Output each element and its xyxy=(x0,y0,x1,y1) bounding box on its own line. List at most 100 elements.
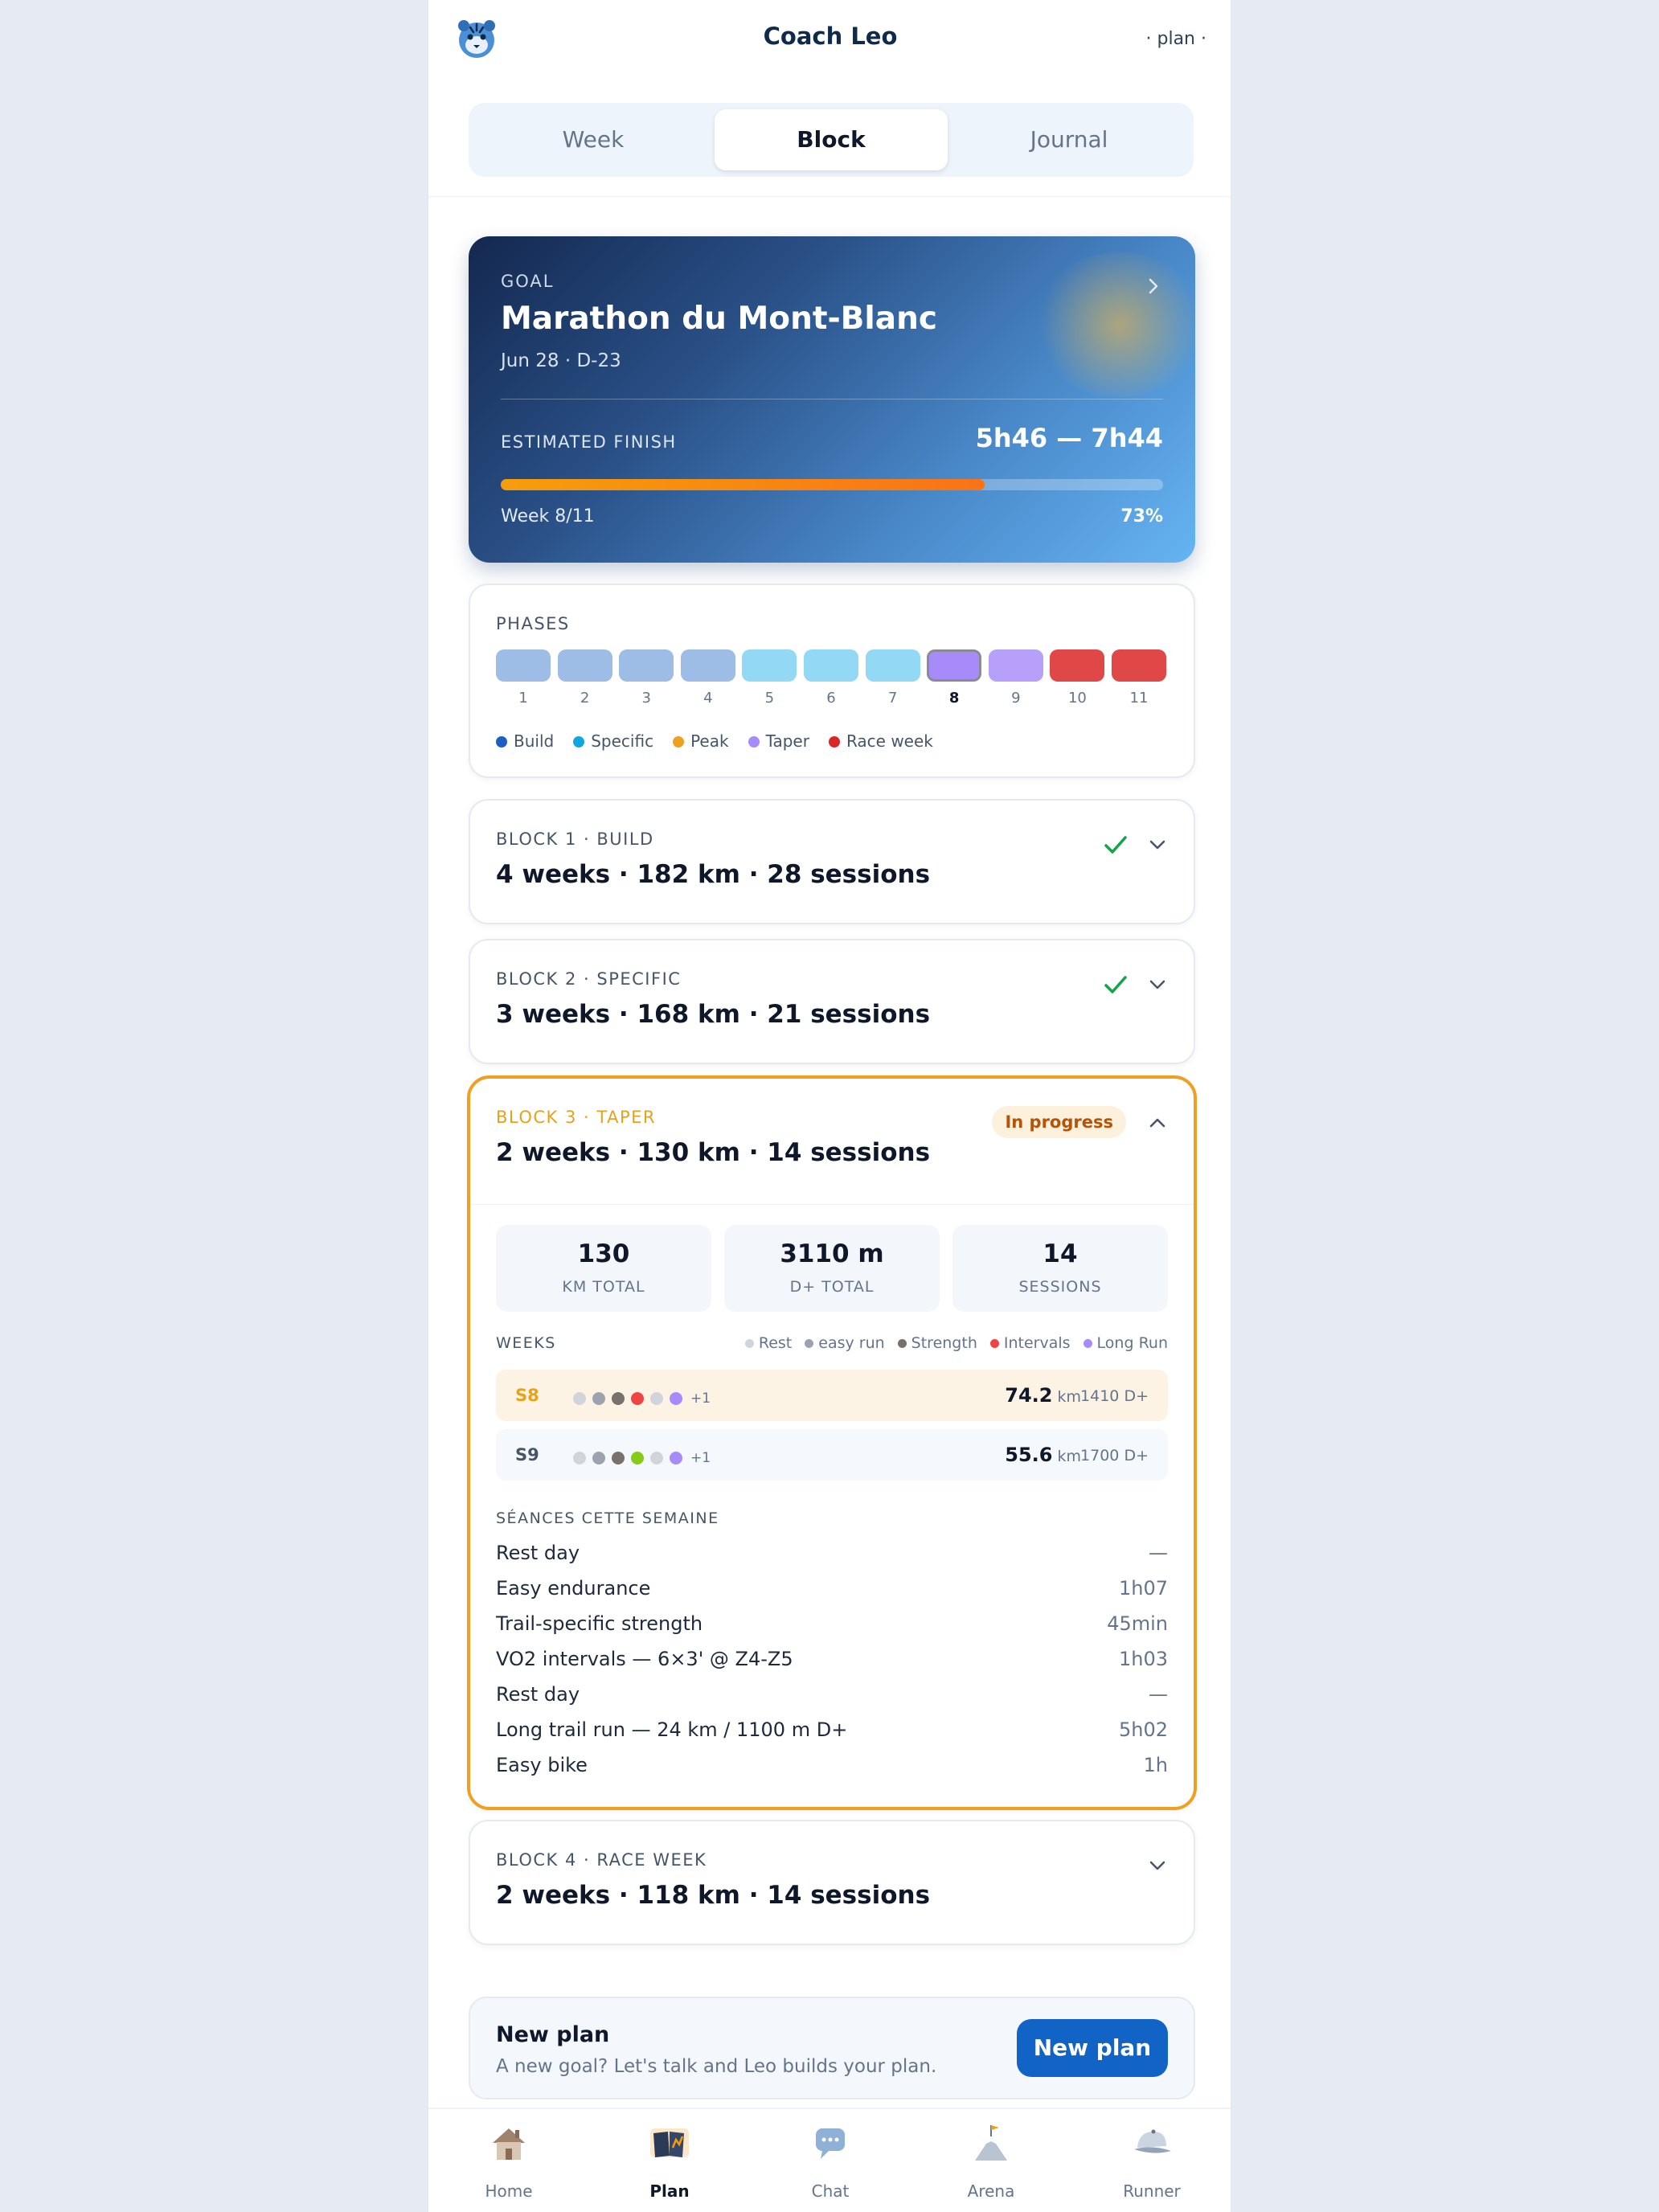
session-row[interactable]: Easy endurance 1h07 xyxy=(496,1577,1168,1609)
phases-label: PHASES xyxy=(496,614,570,633)
legend-label: Long Run xyxy=(1096,1334,1168,1352)
week-km: 74.2 km xyxy=(1005,1384,1081,1407)
week-km-unit: km xyxy=(1057,1388,1081,1406)
house-icon xyxy=(493,2128,525,2160)
session-row[interactable]: Rest day — xyxy=(496,1683,1168,1715)
plan-menu[interactable]: · plan · xyxy=(1146,29,1206,49)
bottom-tab-bar: Home Plan Chat Arena Runner xyxy=(428,2108,1231,2212)
week-row-s9[interactable]: S9 +1 55.6 km 1700 D+ xyxy=(496,1429,1168,1481)
week-progress-label: Week 8/11 xyxy=(501,506,595,526)
session-dot xyxy=(612,1452,625,1464)
legend-label: Race week xyxy=(846,731,933,751)
chat-bubble-icon xyxy=(816,2128,845,2159)
chevron-up-icon[interactable] xyxy=(1147,1112,1168,1133)
phase-week-4[interactable] xyxy=(680,649,735,682)
legend-dot xyxy=(496,736,507,748)
progress-percent: 73% xyxy=(1120,506,1163,526)
tab-week[interactable]: Week xyxy=(477,109,710,170)
session-duration: 1h07 xyxy=(1118,1577,1168,1600)
week-elevation: 1410 D+ xyxy=(1080,1387,1149,1405)
legend-label: easy run xyxy=(818,1334,885,1352)
tabbar-arena[interactable]: Arena xyxy=(911,2120,1071,2210)
session-duration: 1h xyxy=(1143,1754,1168,1776)
block-4-card[interactable]: BLOCK 4 · RACE WEEK 2 weeks · 118 km · 1… xyxy=(469,1820,1195,1945)
tabbar-home[interactable]: Home xyxy=(428,2120,589,2210)
block-2-card[interactable]: BLOCK 2 · SPECIFIC 3 weeks · 168 km · 21… xyxy=(469,939,1195,1064)
new-plan-card: New plan A new goal? Let's talk and Leo … xyxy=(469,1997,1195,2099)
tabbar-runner[interactable]: Runner xyxy=(1071,2120,1231,2210)
tab-journal[interactable]: Journal xyxy=(952,109,1186,170)
week-row-s8[interactable]: S8 +1 74.2 km 1410 D+ xyxy=(496,1370,1168,1421)
session-row[interactable]: Easy bike 1h xyxy=(496,1754,1168,1786)
session-dot xyxy=(631,1392,644,1405)
session-row[interactable]: Rest day — xyxy=(496,1542,1168,1574)
phase-week-number: 6 xyxy=(826,690,836,707)
session-duration: 45min xyxy=(1107,1612,1168,1635)
tabbar-plan[interactable]: Plan xyxy=(589,2120,750,2210)
block-3-divider xyxy=(470,1204,1194,1205)
phase-week-6[interactable] xyxy=(804,649,858,682)
chevron-down-icon[interactable] xyxy=(1147,1855,1168,1876)
block-1-card[interactable]: BLOCK 1 · BUILD 4 weeks · 182 km · 28 se… xyxy=(469,799,1195,924)
more-sessions-count: +1 xyxy=(690,1391,711,1407)
check-icon xyxy=(1104,836,1127,854)
week-elevation: 1700 D+ xyxy=(1080,1447,1149,1464)
legend-dot xyxy=(989,1339,999,1348)
legend-label: Taper xyxy=(765,731,809,751)
mountain-flag-icon xyxy=(975,2125,1007,2161)
legend-label: Rest xyxy=(758,1334,793,1352)
estimate-value: 5h46 — 7h44 xyxy=(975,423,1163,453)
legend-item: Build xyxy=(496,731,554,751)
session-name: Trail-specific strength xyxy=(496,1612,703,1635)
session-name: Long trail run — 24 km / 1100 m D+ xyxy=(496,1718,848,1741)
phase-week-9[interactable] xyxy=(988,649,1043,682)
stat-value: 130 xyxy=(577,1239,630,1268)
phase-week-3[interactable] xyxy=(619,649,674,682)
book-icon xyxy=(650,2128,689,2157)
session-row[interactable]: Trail-specific strength 45min xyxy=(496,1612,1168,1645)
phase-week-7[interactable] xyxy=(865,649,920,682)
tab-block[interactable]: Block xyxy=(715,109,948,170)
chevron-down-icon[interactable] xyxy=(1147,834,1168,855)
week-session-dots: +1 xyxy=(573,1391,711,1407)
legend-dot xyxy=(828,736,840,748)
goal-card[interactable]: GOAL Marathon du Mont-Blanc Jun 28 · D-2… xyxy=(469,236,1195,563)
session-duration: 1h03 xyxy=(1118,1648,1168,1670)
week-id: S8 xyxy=(515,1386,539,1405)
session-row[interactable]: VO2 intervals — 6×3' @ Z4-Z5 1h03 xyxy=(496,1648,1168,1680)
new-plan-title: New plan xyxy=(496,2022,610,2047)
weeks-label: WEEKS xyxy=(496,1334,556,1352)
phase-week-number: 5 xyxy=(764,690,775,707)
session-dot xyxy=(612,1392,625,1405)
session-dot xyxy=(650,1392,663,1405)
view-segmented-control: Week Block Journal xyxy=(469,103,1194,177)
sessions-this-week-label: SÉANCES CETTE SEMAINE xyxy=(496,1509,719,1527)
chevron-right-icon[interactable] xyxy=(1144,276,1163,296)
phase-week-11[interactable] xyxy=(1112,649,1166,682)
phase-week-number: 10 xyxy=(1067,690,1087,707)
week-km: 55.6 km xyxy=(1005,1444,1081,1466)
legend-item: Rest xyxy=(744,1334,793,1352)
new-plan-button[interactable]: New plan xyxy=(1017,2019,1168,2077)
phase-week-2[interactable] xyxy=(557,649,612,682)
chevron-down-icon[interactable] xyxy=(1147,974,1168,995)
block-3-card[interactable]: BLOCK 3 · TAPER 2 weeks · 130 km · 14 se… xyxy=(467,1075,1197,1810)
block-2-label: BLOCK 2 · SPECIFIC xyxy=(496,969,682,989)
goal-title: Marathon du Mont-Blanc xyxy=(501,301,937,337)
legend-item: Taper xyxy=(748,731,809,751)
legend-item: Long Run xyxy=(1083,1334,1168,1352)
tabbar-chat[interactable]: Chat xyxy=(750,2120,911,2210)
session-row[interactable]: Long trail run — 24 km / 1100 m D+ 5h02 xyxy=(496,1718,1168,1751)
phase-week-number: 2 xyxy=(580,690,590,707)
legend-dot xyxy=(805,1339,814,1348)
phase-week-10[interactable] xyxy=(1050,649,1105,682)
week-session-dots: +1 xyxy=(573,1450,711,1466)
stat-sessions: 14 SESSIONS xyxy=(952,1225,1168,1312)
session-name: Rest day xyxy=(496,1683,580,1706)
session-name: Easy bike xyxy=(496,1754,588,1776)
phase-week-5[interactable] xyxy=(742,649,797,682)
phase-week-1[interactable] xyxy=(496,649,551,682)
phase-week-8[interactable] xyxy=(927,649,982,682)
legend-item: easy run xyxy=(805,1334,885,1352)
session-dot xyxy=(592,1452,605,1464)
